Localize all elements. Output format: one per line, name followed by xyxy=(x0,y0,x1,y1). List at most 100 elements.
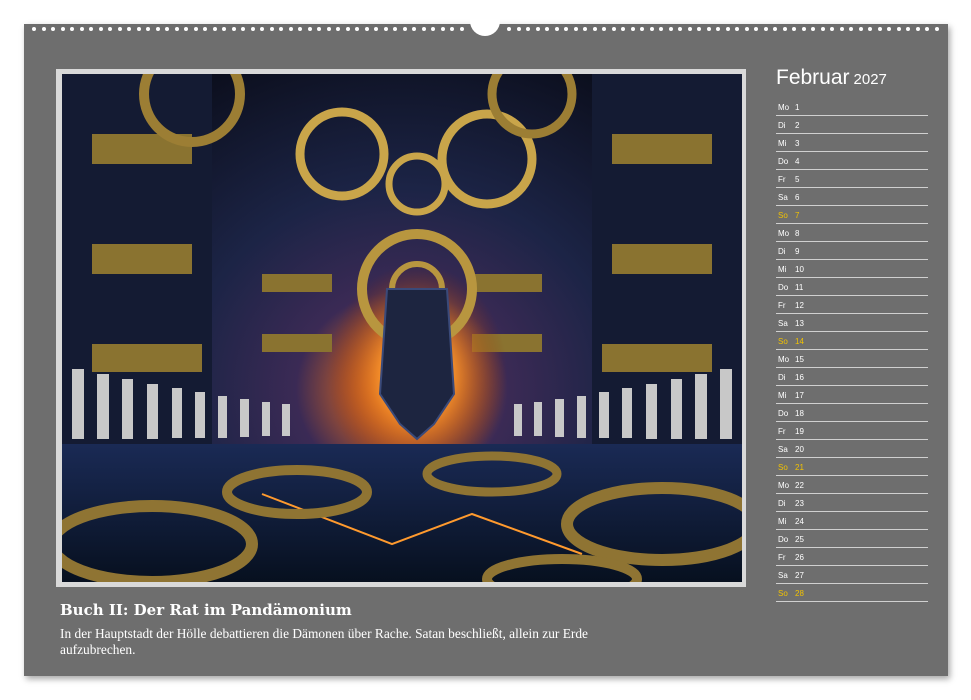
calendar-day-row: Mi 17 xyxy=(776,386,928,404)
binding-hole xyxy=(934,27,939,31)
binding-hole xyxy=(41,27,46,31)
calendar-header: Februar 2027 xyxy=(776,66,887,90)
calendar-day-row: Fr 19 xyxy=(776,422,928,440)
calendar-weekday: Di xyxy=(778,121,786,130)
binding-hole xyxy=(668,27,673,31)
photo-illustration xyxy=(62,74,742,582)
binding-hole xyxy=(858,27,863,31)
calendar-weekday: So xyxy=(778,211,788,220)
binding-hole xyxy=(364,27,369,31)
calendar-weekday: Di xyxy=(778,247,786,256)
calendar-weekday: Do xyxy=(778,283,789,292)
calendar-day-number: 28 xyxy=(795,589,804,598)
calendar-day-number: 12 xyxy=(795,301,804,310)
calendar-day-row: So 28 xyxy=(776,584,928,602)
calendar-day-number: 13 xyxy=(795,319,804,328)
binding-hole xyxy=(564,27,568,31)
binding-hole xyxy=(298,27,302,31)
calendar-weekday: Do xyxy=(778,409,789,418)
calendar-day-number: 10 xyxy=(795,265,804,274)
binding-hole xyxy=(279,27,283,31)
calendar-day-row: Mo 8 xyxy=(776,224,928,242)
binding-hole xyxy=(526,27,530,31)
binding-hole xyxy=(402,27,407,31)
calendar-day-row: Sa 27 xyxy=(776,566,928,584)
binding-hole xyxy=(820,27,825,31)
binding-hole xyxy=(383,27,388,31)
binding-hole xyxy=(231,27,236,31)
binding-hole xyxy=(925,27,929,31)
binding-hole xyxy=(763,27,768,31)
calendar-day-number: 19 xyxy=(795,427,804,436)
calendar-weekday: Mo xyxy=(778,103,790,112)
binding-hole xyxy=(174,27,179,31)
calendar-weekday: So xyxy=(778,589,788,598)
binding-hole xyxy=(621,27,625,31)
calendar-day-number: 7 xyxy=(795,211,800,220)
binding-hole xyxy=(136,27,141,31)
binding-hole xyxy=(877,27,882,31)
calendar-weekday: Di xyxy=(778,499,786,508)
calendar-weekday: Di xyxy=(778,373,786,382)
calendar-day-row: Do 11 xyxy=(776,278,928,296)
binding-hole xyxy=(640,27,644,31)
binding-hole xyxy=(706,27,711,31)
calendar-day-row: Do 18 xyxy=(776,404,928,422)
calendar-day-row: Di 9 xyxy=(776,242,928,260)
binding-hole xyxy=(678,27,682,31)
binding-hole xyxy=(326,27,331,31)
binding-hole xyxy=(630,27,635,31)
binding-hole xyxy=(735,27,739,31)
binding-hole xyxy=(60,27,65,31)
binding-hole xyxy=(792,27,796,31)
calendar-day-number: 16 xyxy=(795,373,804,382)
binding-hole xyxy=(89,27,93,31)
binding-hole xyxy=(830,27,834,31)
calendar-weekday: Sa xyxy=(778,445,788,454)
binding-hole xyxy=(659,27,663,31)
binding-hole xyxy=(431,27,435,31)
binding-hole xyxy=(849,27,853,31)
binding-hole xyxy=(98,27,103,31)
calendar-day-number: 21 xyxy=(795,463,804,472)
calendar-day-row: So 14 xyxy=(776,332,928,350)
calendar-weekday: Do xyxy=(778,157,789,166)
binding-hole xyxy=(70,27,74,31)
calendar-weekday: Do xyxy=(778,535,789,544)
calendar-day-number: 27 xyxy=(795,571,804,580)
calendar-day-row: Fr 12 xyxy=(776,296,928,314)
binding-hole xyxy=(250,27,255,31)
calendar-day-number: 9 xyxy=(795,247,800,256)
binding-hole xyxy=(393,27,397,31)
calendar-day-number: 6 xyxy=(795,193,800,202)
binding-hole xyxy=(155,27,160,31)
binding-hole xyxy=(165,27,169,31)
binding-hole xyxy=(412,27,416,31)
binding-hole xyxy=(440,27,445,31)
photo-pandemonium-hall xyxy=(62,74,742,582)
calendar-day-row: Mo 1 xyxy=(776,98,928,116)
binding-hole xyxy=(193,27,198,31)
binding-hole xyxy=(725,27,730,31)
calendar-day-number: 15 xyxy=(795,355,804,364)
calendar-weekday: Fr xyxy=(778,553,786,562)
binding-hole xyxy=(583,27,587,31)
calendar-weekday: Mi xyxy=(778,139,787,148)
binding-hole xyxy=(915,27,920,31)
calendar-day-number: 25 xyxy=(795,535,804,544)
calendar-weekday: Mi xyxy=(778,265,787,274)
caption-title: Buch II: Der Rat im Pandämonium xyxy=(60,601,352,619)
calendar-weekday: Mi xyxy=(778,517,787,526)
binding-hole xyxy=(184,27,188,31)
calendar-day-number: 20 xyxy=(795,445,804,454)
binding-hole xyxy=(611,27,616,31)
calendar-day-number: 22 xyxy=(795,481,804,490)
binding-hole xyxy=(697,27,701,31)
calendar-day-row: Sa 6 xyxy=(776,188,928,206)
calendar-day-row: Mi 3 xyxy=(776,134,928,152)
calendar-day-number: 5 xyxy=(795,175,800,184)
binding-hole xyxy=(146,27,150,31)
calendar-day-number: 18 xyxy=(795,409,804,418)
calendar-day-number: 8 xyxy=(795,229,800,238)
binding-hole xyxy=(687,27,692,31)
